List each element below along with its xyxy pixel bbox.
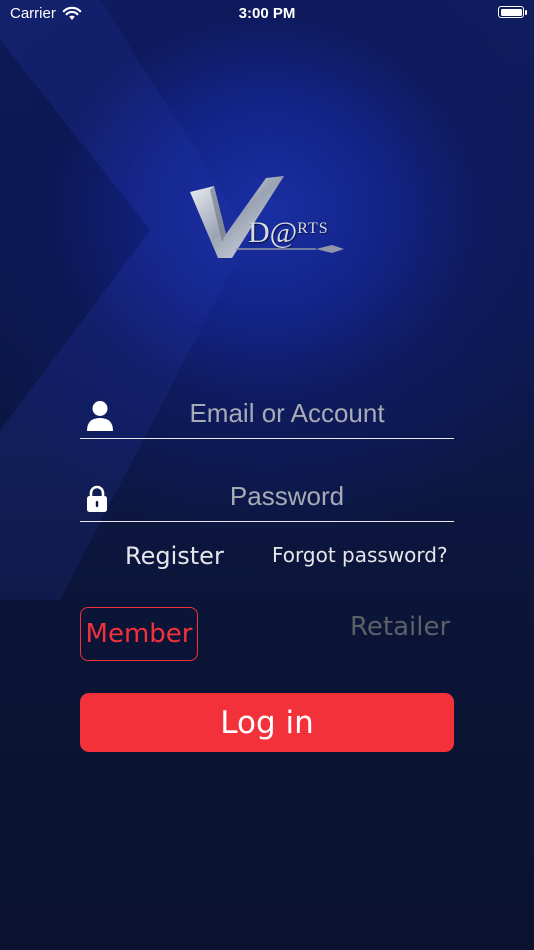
- dart-icon: [236, 245, 344, 253]
- email-field: [80, 390, 454, 439]
- login-screen: Carrier 3:00 PM D@RTS Email or Account R…: [0, 0, 534, 950]
- battery-level: [500, 8, 522, 16]
- password-input[interactable]: [120, 473, 454, 519]
- user-icon: [87, 401, 113, 431]
- logo-text-small: RTS: [297, 220, 329, 237]
- email-input[interactable]: [120, 390, 454, 436]
- vdarts-logo: D@RTS: [188, 172, 350, 264]
- register-link[interactable]: Register: [125, 542, 224, 570]
- login-button[interactable]: Log in: [80, 693, 454, 752]
- lock-icon: [87, 485, 107, 512]
- password-field: [80, 473, 454, 522]
- forgot-password-link[interactable]: Forgot password?: [272, 543, 448, 567]
- status-time: 3:00 PM: [238, 5, 296, 22]
- status-bar: Carrier 3:00 PM: [0, 0, 534, 28]
- retailer-toggle-button[interactable]: Retailer: [350, 612, 450, 642]
- member-toggle-button[interactable]: Member: [80, 607, 198, 661]
- battery-icon: [498, 6, 527, 18]
